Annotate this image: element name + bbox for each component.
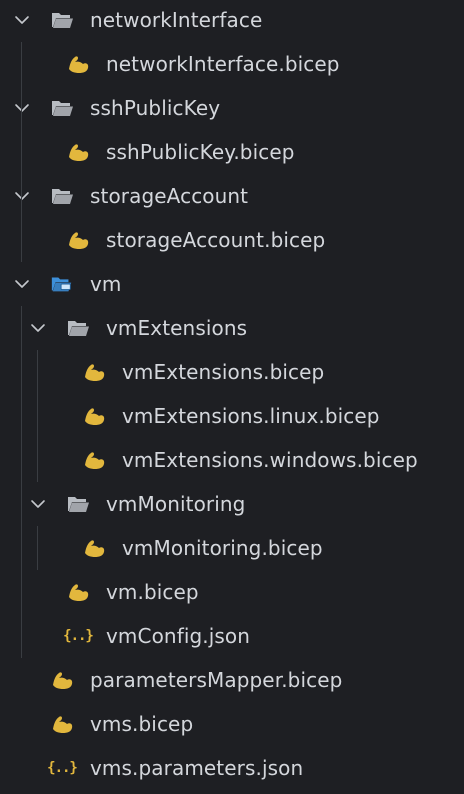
item-label: vmConfig.json (106, 624, 251, 648)
item-label: parametersMapper.bicep (90, 668, 343, 692)
file-item-vms-bicep[interactable]: vms.bicep (0, 702, 464, 746)
bicep-arm-icon (82, 404, 106, 428)
folder-open-icon (50, 96, 74, 120)
file-item-vmmonitoring-bicep[interactable]: vmMonitoring.bicep (0, 526, 464, 570)
folder-open-icon (50, 184, 74, 208)
indent-guide (37, 350, 38, 482)
file-item-vmextensions-linux-bicep[interactable]: vmExtensions.linux.bicep (0, 394, 464, 438)
json-braces-icon: {..} (63, 628, 94, 644)
chevron-down-icon[interactable] (26, 316, 50, 340)
folder-item-vmextensions[interactable]: vmExtensions (0, 306, 464, 350)
chevron-down-icon[interactable] (10, 272, 34, 296)
bicep-arm-icon (66, 52, 90, 76)
bicep-arm-icon (66, 228, 90, 252)
folder-item-networkinterface[interactable]: networkInterface (0, 0, 464, 42)
indent-guide (21, 42, 22, 262)
folder-open-icon (50, 8, 74, 32)
item-label: sshPublicKey.bicep (106, 140, 295, 164)
chevron-down-icon[interactable] (26, 492, 50, 516)
bicep-arm-icon (82, 448, 106, 472)
bicep-arm-icon (66, 580, 90, 604)
file-item-vmextensions-windows-bicep[interactable]: vmExtensions.windows.bicep (0, 438, 464, 482)
indent-guide (37, 526, 38, 570)
chevron-down-icon[interactable] (10, 8, 34, 32)
item-label: vmExtensions.linux.bicep (122, 404, 380, 428)
chevron-down-icon[interactable] (10, 184, 34, 208)
file-item-sshpublickey-bicep[interactable]: sshPublicKey.bicep (0, 130, 464, 174)
indent-guide (21, 306, 22, 658)
item-label: vmMonitoring.bicep (122, 536, 323, 560)
bicep-arm-icon (82, 536, 106, 560)
folder-item-storageaccount[interactable]: storageAccount (0, 174, 464, 218)
item-label: networkInterface (90, 8, 263, 32)
file-item-parametersmapper-bicep[interactable]: parametersMapper.bicep (0, 658, 464, 702)
item-label: vmExtensions.bicep (122, 360, 325, 384)
chevron-down-icon[interactable] (10, 96, 34, 120)
file-explorer-tree: networkInterface networkInterface.bicep ss… (0, 0, 464, 794)
folder-item-vm[interactable]: vm (0, 262, 464, 306)
item-label: vmExtensions (106, 316, 248, 340)
file-item-vms-parameters-json[interactable]: {..} vms.parameters.json (0, 746, 464, 790)
item-label: networkInterface.bicep (106, 52, 340, 76)
file-item-vm-bicep[interactable]: vm.bicep (0, 570, 464, 614)
item-label: vmMonitoring (106, 492, 246, 516)
item-label: storageAccount.bicep (106, 228, 326, 252)
bicep-arm-icon (50, 668, 74, 692)
folder-item-sshpublickey[interactable]: sshPublicKey (0, 86, 464, 130)
item-label: storageAccount (90, 184, 249, 208)
json-braces-icon: {..} (47, 760, 78, 776)
bicep-arm-icon (82, 360, 106, 384)
file-item-storageaccount-bicep[interactable]: storageAccount.bicep (0, 218, 464, 262)
vm-folder-icon (50, 272, 74, 296)
bicep-arm-icon (50, 712, 74, 736)
file-item-networkinterface-bicep[interactable]: networkInterface.bicep (0, 42, 464, 86)
item-label: vm (90, 272, 122, 296)
bicep-arm-icon (66, 140, 90, 164)
folder-open-icon (66, 492, 90, 516)
item-label: sshPublicKey (90, 96, 221, 120)
file-item-vmextensions-bicep[interactable]: vmExtensions.bicep (0, 350, 464, 394)
item-label: vm.bicep (106, 580, 199, 604)
item-label: vmExtensions.windows.bicep (122, 448, 418, 472)
item-label: vms.parameters.json (90, 756, 304, 780)
file-item-vmconfig-json[interactable]: {..} vmConfig.json (0, 614, 464, 658)
folder-open-icon (66, 316, 90, 340)
folder-item-vmmonitoring[interactable]: vmMonitoring (0, 482, 464, 526)
item-label: vms.bicep (90, 712, 194, 736)
